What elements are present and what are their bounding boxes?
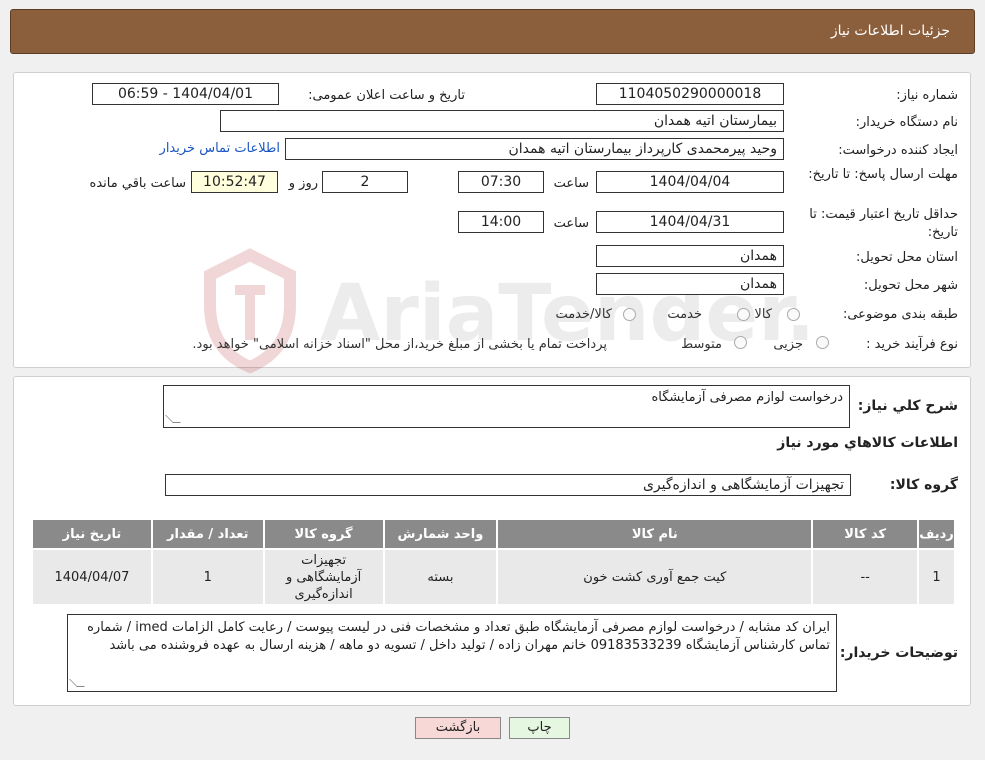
days-field: 2 [322, 171, 408, 193]
process-medium-label: متوسط [681, 337, 722, 352]
col-date: تاریخ نیاز [31, 518, 153, 550]
category-service-label: خدمت [667, 307, 702, 322]
buyer-contact-link[interactable]: اطلاعات تماس خریدار [160, 141, 280, 156]
goods-table: ردیف کد کالا نام کالا واحد شمارش گروه کا… [31, 518, 956, 606]
page-header: جزئیات اطلاعات نیاز [10, 9, 975, 54]
group-field: تجهیزات آزمایشگاهی و اندازه‌گیری [165, 474, 851, 496]
remaining-label: ساعت باقي مانده [89, 176, 186, 191]
cell-qty: 1 [150, 548, 265, 606]
back-button[interactable]: بازگشت [415, 717, 501, 739]
process-note: پرداخت تمام یا بخشی از مبلغ خرید،از محل … [192, 337, 607, 352]
cell-date: 1404/04/07 [31, 548, 153, 606]
summary-text: درخواست لوازم مصرفی آزمایشگاه [651, 390, 843, 405]
announce-field: 1404/04/01 - 06:59 [92, 83, 279, 105]
process-radio-minor[interactable] [816, 336, 829, 349]
validity-label: حداقل تاریخ اعتبار قیمت: تا تاریخ: [809, 207, 958, 240]
process-radio-medium[interactable] [734, 336, 747, 349]
days-label: روز و [288, 176, 318, 191]
cell-group: تجهیزات آزمایشگاهی و اندازه‌گیری [262, 548, 385, 606]
category-radio-goods-service[interactable] [623, 308, 636, 321]
city-label: شهر محل تحویل: [863, 278, 958, 293]
col-unit: واحد شمارش [382, 518, 499, 550]
deadline-time-label: ساعت [553, 176, 589, 191]
page-title: جزئیات اطلاعات نیاز [830, 23, 950, 39]
city-field: همدان [596, 273, 784, 295]
remaining-time-field: 10:52:47 [191, 171, 278, 193]
province-label: استان محل تحویل: [856, 250, 958, 265]
resize-handle-icon[interactable] [69, 679, 85, 687]
announce-label: تاریخ و ساعت اعلان عمومی: [308, 88, 465, 103]
resize-handle-icon[interactable] [165, 415, 181, 423]
validity-date-field: 1404/04/31 [596, 211, 784, 233]
col-code: کد کالا [811, 518, 920, 550]
table-row: 1 -- کیت جمع آوری کشت خون بسته تجهیزات آ… [31, 548, 956, 606]
col-group: گروه کالا [262, 518, 385, 550]
print-button[interactable]: چاپ [509, 717, 570, 739]
deadline-date-field: 1404/04/04 [596, 171, 784, 193]
col-row: ردیف [917, 518, 956, 550]
category-label: طبقه بندی موضوعی: [842, 307, 958, 322]
process-minor-label: جزیی [773, 337, 803, 352]
province-field: همدان [596, 245, 784, 267]
col-qty: تعداد / مقدار [150, 518, 265, 550]
buyer-notes-text: ایران کد مشابه / درخواست لوازم مصرفی آزم… [87, 620, 830, 653]
process-label: نوع فرآیند خرید : [866, 337, 958, 352]
need-number-field: 1104050290000018 [596, 83, 784, 105]
creator-label: ایجاد کننده درخواست: [838, 143, 958, 158]
deadline-label: مهلت ارسال پاسخ: تا تاریخ: [808, 167, 958, 182]
buyer-org-field: بیمارستان اتیه همدان [220, 110, 784, 132]
goods-heading: اطلاعات کالاهاي مورد نياز [777, 435, 958, 451]
buyer-notes-label: توضیحات خریدار: [839, 645, 958, 661]
validity-time-label: ساعت [553, 216, 589, 231]
cell-name: کیت جمع آوری کشت خون [496, 548, 814, 606]
deadline-time-field: 07:30 [458, 171, 544, 193]
col-name: نام کالا [496, 518, 814, 550]
cell-code: -- [811, 548, 920, 606]
summary-label: شرح کلي نياز: [857, 398, 958, 414]
summary-textarea[interactable]: درخواست لوازم مصرفی آزمایشگاه [163, 385, 850, 428]
cell-row: 1 [917, 548, 956, 606]
buyer-org-label: نام دستگاه خریدار: [855, 115, 958, 130]
creator-field: وحید پیرمحمدی کارپرداز بیمارستان اتیه هم… [285, 138, 784, 160]
validity-time-field: 14:00 [458, 211, 544, 233]
category-radio-service[interactable] [737, 308, 750, 321]
group-label: گروه کالا: [889, 477, 958, 493]
buyer-notes-textarea[interactable]: ایران کد مشابه / درخواست لوازم مصرفی آزم… [67, 614, 837, 692]
cell-unit: بسته [382, 548, 499, 606]
need-number-label: شماره نیاز: [896, 88, 958, 103]
category-radio-goods[interactable] [787, 308, 800, 321]
goods-table-header: ردیف کد کالا نام کالا واحد شمارش گروه کا… [31, 518, 956, 550]
category-goods-service-label: کالا/خدمت [555, 307, 612, 322]
category-goods-label: کالا [754, 307, 772, 322]
